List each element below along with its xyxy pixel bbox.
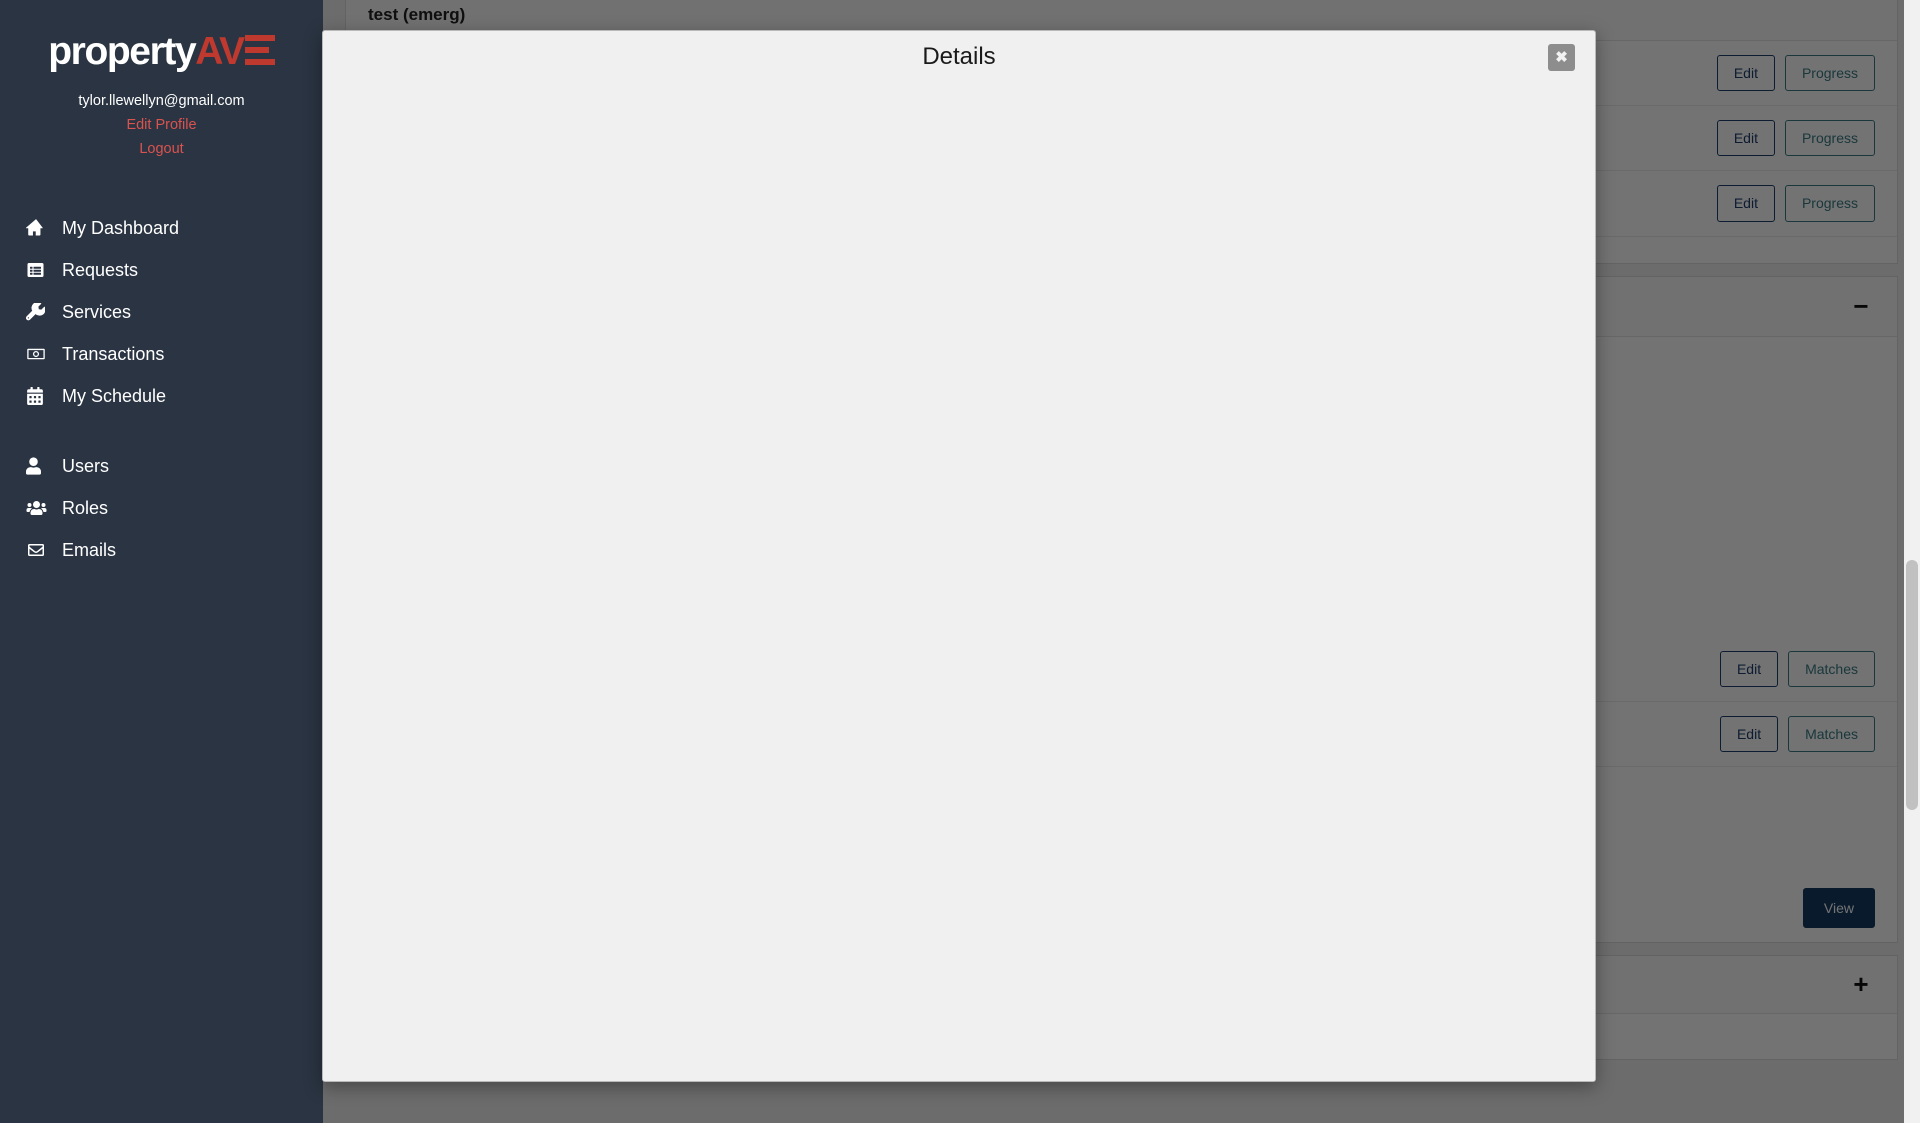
calendar-icon <box>26 386 52 406</box>
sidebar-item-label: Requests <box>62 260 139 280</box>
app-root: propertyAV tylor.llewellyn@gmail.com Edi… <box>0 0 1920 1123</box>
modal-header: Details ✖ <box>323 31 1595 83</box>
sidebar: propertyAV tylor.llewellyn@gmail.com Edi… <box>0 0 323 1123</box>
modal-title: Details <box>922 43 996 70</box>
home-icon <box>26 218 52 238</box>
brand-text-ave: AV <box>195 30 245 73</box>
sidebar-item-users[interactable]: Users <box>0 445 323 487</box>
sidebar-nav: My Dashboard Requests Services Transacti… <box>0 207 323 571</box>
logout-link[interactable]: Logout <box>0 141 323 157</box>
user-icon <box>26 456 52 476</box>
sidebar-item-label: Users <box>62 456 110 476</box>
sidebar-nav-group-admin: Users Roles Emails <box>0 445 323 571</box>
user-email: tylor.llewellyn@gmail.com <box>78 93 245 109</box>
sidebar-item-label: Roles <box>62 498 109 518</box>
logo-bars-icon <box>244 32 275 68</box>
sidebar-item-roles[interactable]: Roles <box>0 487 323 529</box>
sidebar-item-label: Emails <box>62 540 117 560</box>
sidebar-item-label: Transactions <box>62 344 165 364</box>
edit-profile-link[interactable]: Edit Profile <box>0 117 323 133</box>
sidebar-item-label: My Schedule <box>62 386 167 406</box>
envelope-icon <box>26 540 52 560</box>
users-group-icon <box>26 498 52 518</box>
money-bill-icon <box>26 344 52 364</box>
sidebar-item-my-schedule[interactable]: My Schedule <box>0 375 323 417</box>
sidebar-item-services[interactable]: Services <box>0 291 323 333</box>
sidebar-item-requests[interactable]: Requests <box>0 249 323 291</box>
scrollbar-thumb[interactable] <box>1906 560 1918 810</box>
sidebar-item-label: My Dashboard <box>62 218 180 238</box>
sidebar-item-my-dashboard[interactable]: My Dashboard <box>0 207 323 249</box>
sidebar-item-transactions[interactable]: Transactions <box>0 333 323 375</box>
wrench-icon <box>26 302 52 322</box>
sidebar-nav-group-primary: My Dashboard Requests Services Transacti… <box>0 207 323 417</box>
sidebar-item-label: Services <box>62 302 132 322</box>
list-alt-icon <box>26 260 52 280</box>
modal-body <box>323 83 1595 1081</box>
brand-logo[interactable]: propertyAV <box>0 32 323 71</box>
sidebar-item-emails[interactable]: Emails <box>0 529 323 571</box>
close-icon[interactable]: ✖ <box>1548 44 1575 71</box>
brand-text-property: property <box>48 30 196 73</box>
details-modal: Details ✖ <box>322 30 1596 1082</box>
